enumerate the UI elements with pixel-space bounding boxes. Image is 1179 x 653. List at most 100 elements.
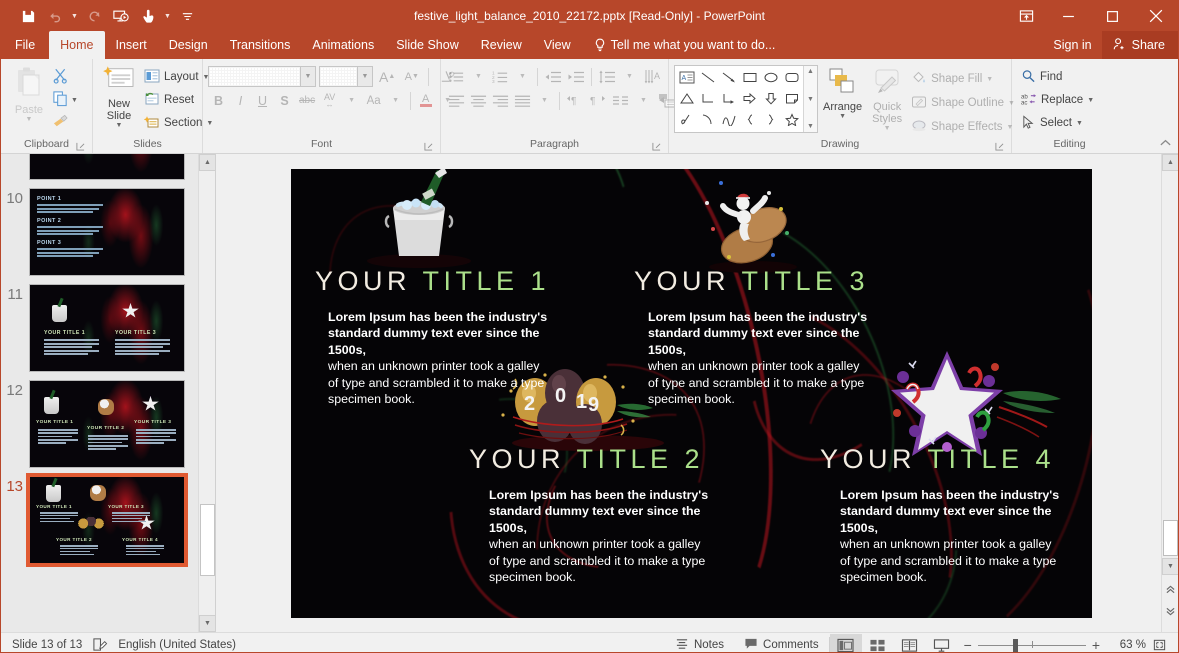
shape-rectangle-icon[interactable] xyxy=(739,67,760,88)
thumbnail-scroll-thumb[interactable] xyxy=(200,504,215,576)
shape-fill-dropdown-icon[interactable]: ▼ xyxy=(986,76,993,83)
tab-insert[interactable]: Insert xyxy=(105,31,158,59)
thumbnail-slide-13[interactable]: 13 YOUR TITLE 1 YOUR TITLE 3 YOUR TITLE … xyxy=(1,473,198,567)
restore-icon[interactable] xyxy=(1090,1,1134,31)
thumbnail-slide-10[interactable]: 10 POINT 1 POINT 2 POINT 3 xyxy=(1,188,198,276)
next-slide-icon[interactable] xyxy=(1162,603,1178,620)
copy-button[interactable]: ▼ xyxy=(52,90,78,111)
slide-title-2[interactable]: YOUR TITLE 2 xyxy=(469,444,704,475)
share-button[interactable]: Share xyxy=(1101,31,1178,59)
shape-outline-button[interactable]: Shape Outline ▼ xyxy=(907,92,1019,114)
canvas-scroll-thumb[interactable] xyxy=(1163,520,1178,556)
redo-icon[interactable] xyxy=(81,5,107,27)
align-right-button[interactable] xyxy=(490,90,511,111)
shape-rounded-rectangle-icon[interactable] xyxy=(781,67,802,88)
thumbnail-scroll-down-icon[interactable]: ▼ xyxy=(199,615,215,632)
decrease-font-size-button[interactable]: A ▼ xyxy=(401,66,422,87)
find-button[interactable]: Find xyxy=(1017,66,1098,88)
touch-mode-dropdown-icon[interactable]: ▼ xyxy=(162,5,173,27)
new-slide-button[interactable]: New Slide ▼ xyxy=(98,62,140,129)
shape-right-brace-icon[interactable] xyxy=(760,109,781,130)
drawing-dialog-launcher[interactable] xyxy=(994,142,1004,152)
slide-body-3[interactable]: Lorem Ipsum has been the industry's stan… xyxy=(648,309,870,407)
language-indicator[interactable]: English (United States) xyxy=(118,639,236,651)
columns-dropdown-icon[interactable]: ▼ xyxy=(633,90,654,111)
save-icon[interactable] xyxy=(15,5,41,27)
zoom-in-button[interactable]: + xyxy=(1092,637,1100,652)
shapes-gallery[interactable]: A ▲ ▼ ▼ xyxy=(674,65,818,133)
minimize-icon[interactable] xyxy=(1046,1,1090,31)
slide-sorter-view-button[interactable] xyxy=(862,634,894,652)
customize-quick-access-toolbar-icon[interactable] xyxy=(174,5,200,27)
slide-indicator[interactable]: Slide 13 of 13 xyxy=(12,639,82,651)
zoom-track[interactable] xyxy=(977,638,1086,652)
collapse-ribbon-icon[interactable] xyxy=(1159,138,1172,151)
font-size-input[interactable]: ▼ xyxy=(319,66,373,87)
shape-effects-button[interactable]: Shape Effects ▼ xyxy=(907,116,1019,138)
shape-fill-button[interactable]: Shape Fill ▼ xyxy=(907,68,1019,90)
font-name-dropdown-icon[interactable]: ▼ xyxy=(300,67,315,86)
zoom-slider[interactable]: − + xyxy=(958,637,1106,652)
tab-transitions[interactable]: Transitions xyxy=(219,31,302,59)
shape-triangle-icon[interactable] xyxy=(676,88,697,109)
ltr-text-direction-button[interactable]: ¶ xyxy=(564,90,586,111)
arrange-button[interactable]: Arrange ▼ xyxy=(818,62,867,120)
quick-styles-button[interactable]: Quick Styles ▼ xyxy=(867,62,907,132)
notes-button[interactable]: Notes xyxy=(665,633,734,652)
slide-body-2[interactable]: Lorem Ipsum has been the industry's stan… xyxy=(489,487,711,585)
paragraph-dialog-launcher[interactable] xyxy=(651,142,661,152)
tab-file[interactable]: File xyxy=(1,31,49,59)
zoom-knob[interactable] xyxy=(1012,638,1018,652)
slide-editing-surface[interactable]: 2 0 1 9 YOUR TITLE 1 Lorem Ipsum has bee… xyxy=(291,169,1092,618)
zoom-level[interactable]: 63 % xyxy=(1106,639,1146,651)
reading-view-button[interactable] xyxy=(894,634,926,652)
shape-line-icon[interactable] xyxy=(697,67,718,88)
canvas-scroll-down-icon[interactable]: ▼ xyxy=(1162,558,1178,575)
text-shadow-button[interactable]: S xyxy=(274,90,295,111)
shape-scribble-icon[interactable] xyxy=(676,109,697,130)
copy-dropdown-icon[interactable]: ▼ xyxy=(71,97,78,104)
slide-thumbnail-pane[interactable]: 9 10 xyxy=(1,154,216,632)
font-size-dropdown-icon[interactable]: ▼ xyxy=(357,67,372,86)
sign-in-button[interactable]: Sign in xyxy=(1043,31,1101,59)
slide-title-1[interactable]: YOUR TITLE 1 xyxy=(315,266,550,297)
select-button[interactable]: Select ▼ xyxy=(1017,112,1098,134)
thumbnail-image[interactable]: YOUR TITLE 1 YOUR TITLE 3 xyxy=(29,284,185,372)
cut-button[interactable] xyxy=(52,67,78,88)
font-name-input[interactable]: ▼ xyxy=(208,66,316,87)
bullets-dropdown-icon[interactable]: ▼ xyxy=(468,66,489,87)
ribbon-display-options-icon[interactable] xyxy=(1006,1,1046,31)
arrange-dropdown-icon[interactable]: ▼ xyxy=(839,113,846,120)
thumbnail-image[interactable]: POINT 1 POINT 2 POINT 3 xyxy=(29,188,185,276)
character-spacing-dropdown-icon[interactable]: ▼ xyxy=(341,90,362,111)
thumbnail-slide-9[interactable]: 9 xyxy=(1,154,198,180)
thumbnail-pane-scrollbar[interactable]: ▲ ▼ xyxy=(198,154,215,632)
numbering-dropdown-icon[interactable]: ▼ xyxy=(512,66,533,87)
justify-button[interactable] xyxy=(512,90,533,111)
shape-folded-corner-icon[interactable] xyxy=(781,88,802,109)
bullets-button[interactable] xyxy=(446,66,467,87)
new-slide-dropdown-icon[interactable]: ▼ xyxy=(116,122,123,129)
increase-indent-button[interactable] xyxy=(565,66,587,87)
tab-view[interactable]: View xyxy=(533,31,582,59)
shape-text-box-icon[interactable]: A xyxy=(676,67,697,88)
italic-button[interactable]: I xyxy=(230,90,251,111)
shape-elbow-arrow-connector-icon[interactable] xyxy=(718,88,739,109)
shape-oval-icon[interactable] xyxy=(760,67,781,88)
spelling-check-icon[interactable] xyxy=(92,637,108,652)
shape-elbow-connector-icon[interactable] xyxy=(697,88,718,109)
decrease-indent-button[interactable] xyxy=(542,66,564,87)
previous-slide-icon[interactable] xyxy=(1162,581,1178,598)
line-spacing-dropdown-icon[interactable]: ▼ xyxy=(619,66,640,87)
shape-curve-icon[interactable] xyxy=(718,109,739,130)
numbering-button[interactable]: 123 xyxy=(490,66,511,87)
bold-button[interactable]: B xyxy=(208,90,229,111)
tab-home[interactable]: Home xyxy=(49,31,105,59)
shapes-scroll-up-icon[interactable]: ▲ xyxy=(807,68,814,75)
change-case-dropdown-icon[interactable]: ▼ xyxy=(385,90,406,111)
slide-title-3[interactable]: YOUR TITLE 3 xyxy=(634,266,869,297)
columns-button[interactable] xyxy=(610,90,632,111)
slide-body-4[interactable]: Lorem Ipsum has been the industry's stan… xyxy=(840,487,1062,585)
tab-review[interactable]: Review xyxy=(470,31,533,59)
thumbnail-slide-11[interactable]: 11 YOUR TITLE 1 YOUR TITLE 3 xyxy=(1,284,198,372)
